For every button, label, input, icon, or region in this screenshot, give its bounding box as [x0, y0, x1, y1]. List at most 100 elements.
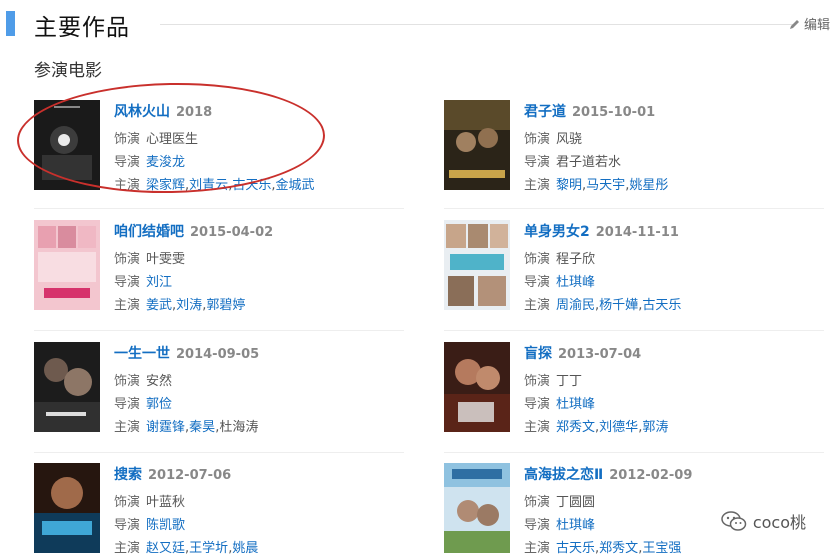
role-value: 叶雯雯 — [146, 252, 186, 267]
row-divider — [444, 452, 824, 453]
director-link[interactable]: 杜琪峰 — [556, 275, 595, 290]
film-date: 2014-09-05 — [176, 347, 260, 362]
cast-label: 主演 — [524, 541, 551, 556]
cast-link[interactable]: 姜武 — [146, 298, 172, 313]
cast-link[interactable]: 古天乐 — [642, 298, 681, 313]
cast-label: 主演 — [524, 178, 551, 193]
cast-link[interactable]: 刘德华 — [599, 420, 638, 435]
role-value: 丁圆圆 — [556, 495, 596, 510]
cast-link[interactable]: 赵又廷 — [146, 541, 185, 556]
cast-link[interactable]: 周渝民 — [556, 298, 595, 313]
director-label: 导演 — [524, 397, 551, 412]
row-divider — [34, 452, 404, 453]
cast-link[interactable]: 秦昊 — [189, 420, 215, 435]
film-item: 单身男女2 2014-11-11 饰演 程子欣 导演 杜琪峰 主演 周渝民,杨千嬅,古天… — [444, 220, 824, 313]
cast-link[interactable]: 杨千嬅 — [599, 298, 638, 313]
cast-link[interactable]: 古天乐 — [232, 178, 271, 193]
role-label: 饰演 — [524, 132, 551, 147]
film-poster[interactable] — [444, 220, 510, 310]
watermark-text: coco桃 — [752, 513, 806, 532]
cast-label: 主演 — [114, 541, 141, 556]
role-value: 心理医生 — [146, 132, 199, 147]
edit-button[interactable]: 编辑 — [789, 14, 830, 33]
role-value: 叶蓝秋 — [146, 495, 186, 510]
role-label: 饰演 — [114, 495, 141, 510]
cast-link[interactable]: 王宝强 — [642, 541, 681, 556]
pencil-icon — [789, 19, 799, 29]
cast-link[interactable]: 郭碧婷 — [206, 298, 245, 313]
director-value: 君子道若水 — [556, 155, 622, 170]
film-date: 2013-07-04 — [558, 347, 642, 362]
cast-label: 主演 — [524, 298, 551, 313]
film-date: 2012-07-06 — [148, 468, 232, 483]
cast-link[interactable]: 郑秀文 — [556, 420, 595, 435]
cast-link[interactable]: 姚晨 — [232, 541, 258, 556]
film-title-link[interactable]: 君子道 — [524, 104, 566, 120]
cast-link[interactable]: 姚星彤 — [629, 178, 668, 193]
role-value: 风骁 — [556, 132, 583, 147]
row-divider — [444, 208, 824, 209]
film-date: 2014-11-11 — [595, 225, 679, 240]
cast-value: 杜海涛 — [219, 420, 259, 435]
film-poster[interactable] — [34, 220, 100, 310]
film-title-link[interactable]: 咱们结婚吧 — [114, 224, 184, 240]
wechat-icon — [721, 511, 747, 531]
cast-link[interactable]: 梁家辉 — [146, 178, 185, 193]
director-label: 导演 — [114, 155, 141, 170]
role-label: 饰演 — [524, 252, 551, 267]
film-title-link[interactable]: 单身男女2 — [524, 224, 590, 240]
film-poster[interactable] — [444, 463, 510, 553]
cast-link[interactable]: 郑秀文 — [599, 541, 638, 556]
film-title-link[interactable]: 搜索 — [114, 467, 142, 483]
cast-link[interactable]: 郭涛 — [642, 420, 668, 435]
director-label: 导演 — [114, 397, 141, 412]
director-label: 导演 — [524, 275, 551, 290]
cast-link[interactable]: 刘涛 — [176, 298, 202, 313]
role-label: 饰演 — [114, 374, 141, 389]
film-poster[interactable] — [34, 100, 100, 190]
film-item: 咱们结婚吧 2015-04-02 饰演 叶雯雯 导演 刘江 主演 姜武,刘涛,郭碧婷 — [34, 220, 414, 313]
director-link[interactable]: 刘江 — [146, 275, 172, 290]
director-link[interactable]: 郭俭 — [146, 397, 172, 412]
director-label: 导演 — [114, 518, 141, 533]
cast-label: 主演 — [114, 298, 141, 313]
cast-label: 主演 — [114, 420, 141, 435]
cast-link[interactable]: 马天宇 — [586, 178, 625, 193]
director-link[interactable]: 杜琪峰 — [556, 518, 595, 533]
cast-link[interactable]: 刘青云 — [189, 178, 228, 193]
cast-link[interactable]: 王学圻 — [189, 541, 228, 556]
film-poster[interactable] — [444, 100, 510, 190]
film-item: 盲探 2013-07-04 饰演 丁丁 导演 杜琪峰 主演 郑秀文,刘德华,郭涛 — [444, 342, 824, 435]
film-date: 2015-10-01 — [572, 105, 656, 120]
film-poster[interactable] — [34, 463, 100, 553]
cast-link[interactable]: 金城武 — [275, 178, 314, 193]
role-value: 程子欣 — [556, 252, 596, 267]
row-divider — [34, 208, 404, 209]
role-label: 饰演 — [524, 374, 551, 389]
cast-label: 主演 — [524, 420, 551, 435]
watermark: coco桃 — [721, 509, 806, 533]
cast-link[interactable]: 谢霆锋 — [146, 420, 185, 435]
director-link[interactable]: 麦浚龙 — [146, 155, 185, 170]
section-accent-bar — [6, 11, 15, 36]
film-item: 风林火山 2018 饰演 心理医生 导演 麦浚龙 主演 梁家辉,刘青云,古天乐,金城武 — [34, 100, 414, 193]
cast-link[interactable]: 黎明 — [556, 178, 582, 193]
film-date: 2015-04-02 — [190, 225, 274, 240]
film-title-link[interactable]: 盲探 — [524, 346, 552, 362]
director-label: 导演 — [524, 518, 551, 533]
cast-link[interactable]: 古天乐 — [556, 541, 595, 556]
director-link[interactable]: 陈凯歌 — [146, 518, 185, 533]
row-divider — [444, 330, 824, 331]
role-label: 饰演 — [524, 495, 551, 510]
film-title-link[interactable]: 风林火山 — [114, 104, 170, 120]
cast-label: 主演 — [114, 178, 141, 193]
film-title-link[interactable]: 一生一世 — [114, 346, 170, 362]
row-divider — [34, 330, 404, 331]
film-poster[interactable] — [444, 342, 510, 432]
film-poster[interactable] — [34, 342, 100, 432]
film-title-link[interactable]: 高海拔之恋Ⅱ — [524, 467, 603, 483]
title-divider — [160, 24, 796, 25]
director-link[interactable]: 杜琪峰 — [556, 397, 595, 412]
role-value: 丁丁 — [556, 374, 583, 389]
film-date: 2018 — [176, 105, 213, 120]
